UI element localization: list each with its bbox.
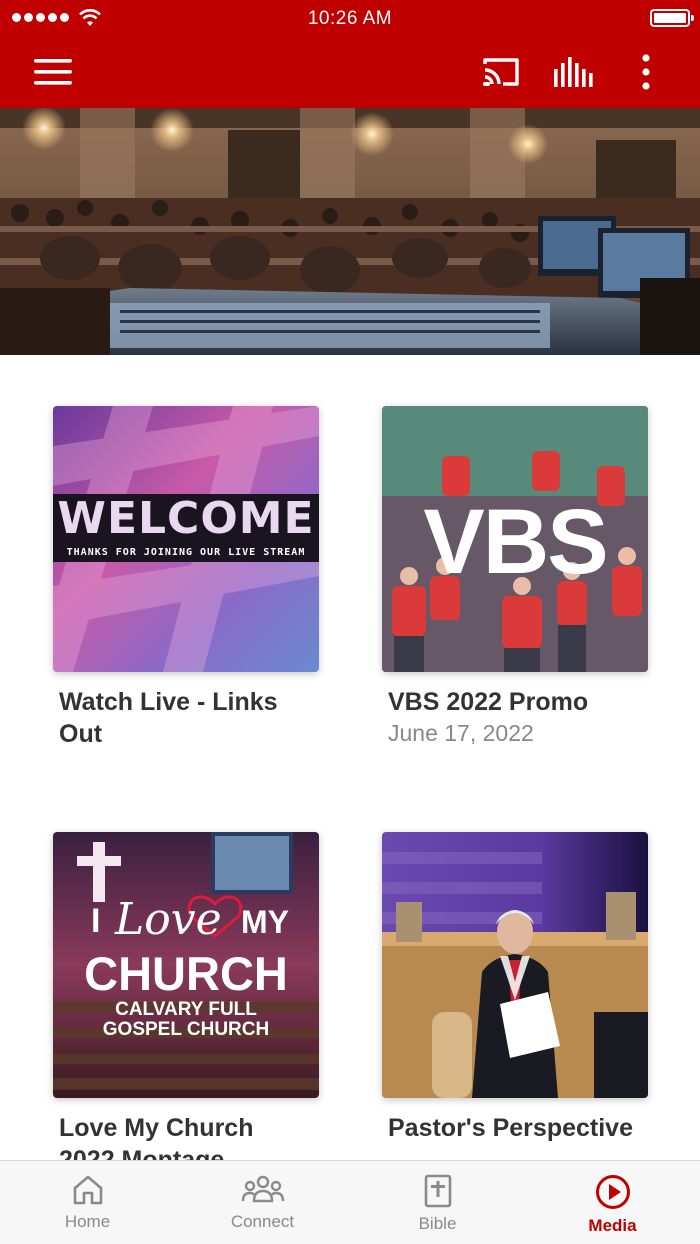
app-bar — [0, 36, 700, 108]
menu-button[interactable] — [22, 36, 84, 108]
bible-icon — [424, 1174, 451, 1208]
hamburger-menu-icon — [34, 59, 72, 85]
bottom-tab-bar: Home Connect Bible Media — [0, 1160, 700, 1244]
media-grid: WELCOME THANKS FOR JOINING OUR LIVE STRE… — [0, 355, 700, 1160]
thumb-calvary-text: CALVARY FULL — [115, 999, 257, 1020]
media-thumbnail: I Love MY CHURCH CALVARY FULL GOSPEL CHU… — [53, 832, 319, 1098]
pastor-thumbnail-image — [382, 832, 648, 1098]
media-thumbnail: WELCOME THANKS FOR JOINING OUR LIVE STRE… — [53, 406, 319, 672]
tab-bible[interactable]: Bible — [350, 1161, 525, 1244]
thumb-gospel-text: GOSPEL CHURCH — [102, 1019, 270, 1040]
thumb-church-text: CHURCH — [84, 947, 288, 1000]
thumb-welcome-text: WELCOME — [57, 493, 315, 544]
thumb-vbs-text: VBS — [423, 491, 608, 593]
media-title: Watch Live - Links Out — [59, 688, 278, 748]
media-card-vbs-promo[interactable]: VBS VBS 2022 Promo June 17, 2022 — [382, 406, 648, 748]
media-thumbnail — [382, 832, 648, 1098]
tab-connect[interactable]: Connect — [175, 1161, 350, 1244]
cast-icon — [483, 58, 519, 86]
tab-label: Connect — [230, 1212, 295, 1231]
hero-banner — [0, 108, 700, 355]
media-title: Pastor's Perspective — [388, 1114, 633, 1142]
people-icon — [241, 1175, 284, 1203]
thumb-my-text: MY — [241, 904, 289, 940]
status-bar: 10:26 AM — [0, 0, 700, 36]
audio-bars-icon — [554, 57, 593, 87]
thumb-i-text: I — [91, 902, 101, 940]
tab-label: Bible — [418, 1214, 457, 1233]
play-circle-icon — [595, 1175, 630, 1209]
home-icon — [73, 1175, 102, 1205]
media-card-pastors-perspective[interactable]: Pastor's Perspective — [382, 832, 648, 1144]
tab-label: Media — [588, 1216, 637, 1235]
tab-media[interactable]: Media — [525, 1161, 700, 1244]
media-card-love-my-church[interactable]: I Love MY CHURCH CALVARY FULL GOSPEL CHU… — [53, 832, 319, 1160]
media-card-watch-live[interactable]: WELCOME THANKS FOR JOINING OUR LIVE STRE… — [53, 406, 319, 750]
tab-home[interactable]: Home — [0, 1161, 175, 1244]
audio-button[interactable] — [542, 36, 604, 108]
cast-button[interactable] — [470, 36, 532, 108]
thumb-welcome-subtext: THANKS FOR JOINING OUR LIVE STREAM — [66, 547, 306, 558]
media-title: VBS 2022 Promo — [388, 688, 589, 716]
more-vertical-icon — [642, 54, 650, 90]
media-thumbnail: VBS — [382, 406, 648, 672]
battery-icon — [650, 9, 694, 27]
sanctuary-photo — [0, 108, 700, 355]
thumb-love-text: Love — [115, 894, 222, 945]
more-options-button[interactable] — [618, 36, 674, 108]
media-date: June 17, 2022 — [388, 720, 534, 746]
tab-label: Home — [64, 1212, 111, 1231]
media-title: Love My Church 2022 Montage — [59, 1114, 254, 1160]
status-time: 10:26 AM — [307, 8, 393, 29]
